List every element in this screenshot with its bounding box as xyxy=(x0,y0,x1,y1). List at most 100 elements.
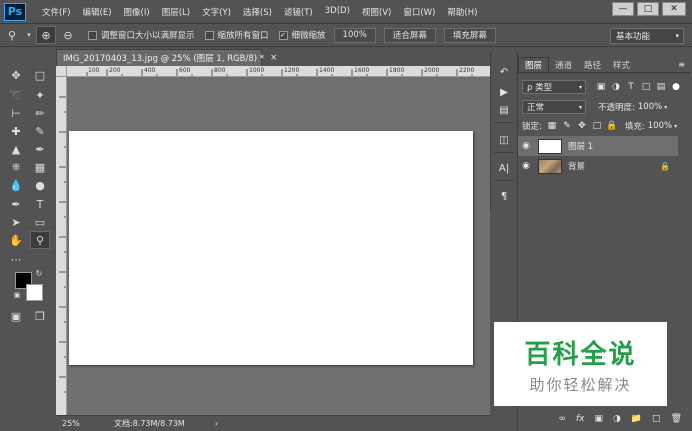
paragraph-panel-icon[interactable]: ¶ xyxy=(495,188,513,204)
crop-tool-icon[interactable]: ⊢ xyxy=(6,104,26,122)
panel-menu-icon[interactable]: ≡ xyxy=(678,60,685,69)
menu-view[interactable]: 视图(V) xyxy=(356,6,397,18)
menu-edit[interactable]: 编辑(E) xyxy=(77,6,118,18)
scrubby-zoom-option[interactable]: ✓ 细微缩放 xyxy=(278,29,326,41)
healing-brush-icon[interactable]: ✚ xyxy=(6,122,26,140)
menu-filter[interactable]: 滤镜(T) xyxy=(278,6,319,18)
clone-stamp-icon[interactable]: ▲ xyxy=(6,140,26,158)
vertical-ruler[interactable] xyxy=(56,77,67,415)
shape-tool-icon[interactable]: ▭ xyxy=(30,213,50,231)
zoom-out-icon[interactable]: ⊖ xyxy=(58,26,78,44)
link-layers-icon[interactable]: ∞ xyxy=(558,414,566,424)
brush-tool-icon[interactable]: ✎ xyxy=(30,122,50,140)
lock-transparent-icon[interactable]: ▦ xyxy=(545,120,559,132)
scrubby-zoom-checkbox[interactable]: ✓ xyxy=(278,30,288,40)
filter-type-icon[interactable]: T xyxy=(624,81,638,93)
properties-panel-icon[interactable]: ◫ xyxy=(495,132,513,148)
fill-screen-button[interactable]: 填充屏幕 xyxy=(443,27,496,43)
menu-image[interactable]: 图像(I) xyxy=(118,6,156,18)
resize-windows-option[interactable]: 调整窗口大小以满屏显示 xyxy=(88,29,195,41)
add-mask-icon[interactable]: ▣ xyxy=(594,414,603,424)
document-tab[interactable]: IMG_20170403_13.jpg @ 25% (图层 1, RGB/8) … xyxy=(56,49,277,66)
horizontal-ruler[interactable]: 100 200 400 600 800 1000 1200 1400 1600 … xyxy=(67,66,490,77)
hand-tool-icon[interactable]: ✋ xyxy=(6,231,26,249)
history-panel-icon[interactable]: ↶ xyxy=(495,64,513,80)
background-color-swatch[interactable] xyxy=(26,284,43,301)
menu-layer[interactable]: 图层(L) xyxy=(156,6,196,18)
delete-layer-icon[interactable]: 🗑 xyxy=(671,414,682,424)
workspace-select[interactable]: 基本功能 ▾ xyxy=(610,28,684,44)
character-panel-icon[interactable]: A| xyxy=(495,160,513,176)
zoom-all-option[interactable]: 缩放所有窗口 xyxy=(204,29,269,41)
quick-mask-icon[interactable]: ▣ xyxy=(6,307,26,325)
move-tool-icon[interactable]: ✥ xyxy=(6,66,26,84)
tab-paths[interactable]: 路径 xyxy=(578,57,607,72)
status-menu-arrow[interactable]: › xyxy=(215,419,218,428)
eye-icon[interactable]: ◉ xyxy=(518,141,534,151)
screen-mode-icon[interactable]: ❐ xyxy=(30,307,50,325)
chevron-down-icon[interactable]: ▾ xyxy=(664,104,667,111)
lasso-tool-icon[interactable]: ➰ xyxy=(6,86,26,104)
type-tool-icon[interactable]: T xyxy=(30,195,50,213)
menu-select[interactable]: 选择(S) xyxy=(237,6,278,18)
chevron-down-icon[interactable]: ▾ xyxy=(24,26,34,44)
actions-panel-icon[interactable]: ▶ xyxy=(495,84,513,100)
close-button[interactable]: ✕ xyxy=(662,2,686,16)
default-colors-icon[interactable]: ▣ xyxy=(11,290,23,300)
layer-name[interactable]: 图层 1 xyxy=(568,140,593,152)
info-panel-icon[interactable]: ▤ xyxy=(495,102,513,118)
layer-filter-select[interactable]: ρ 类型 ▾ xyxy=(522,80,586,94)
eye-icon[interactable]: ◉ xyxy=(518,161,534,171)
zoom-percent-field[interactable]: 100% xyxy=(333,27,376,43)
tab-channels[interactable]: 通道 xyxy=(549,57,578,72)
filter-toggle-icon[interactable]: ● xyxy=(669,81,683,93)
status-zoom-field[interactable]: 25% xyxy=(56,419,96,428)
gradient-icon[interactable]: ▦ xyxy=(30,158,50,176)
new-group-icon[interactable]: 📁 xyxy=(631,414,642,424)
resize-windows-checkbox[interactable] xyxy=(88,30,97,40)
close-document-icon[interactable]: × xyxy=(270,53,277,63)
ruler-origin[interactable] xyxy=(56,66,67,77)
filter-shape-icon[interactable]: □ xyxy=(639,81,653,93)
filter-pixel-icon[interactable]: ▣ xyxy=(594,81,608,93)
pen-tool-icon[interactable]: ✒ xyxy=(6,195,26,213)
blur-icon[interactable]: 💧 xyxy=(6,176,26,194)
menu-file[interactable]: 文件(F) xyxy=(36,6,77,18)
fill-value[interactable]: 100% xyxy=(648,121,672,131)
magic-wand-icon[interactable]: ✦ xyxy=(30,86,50,104)
eyedropper-icon[interactable]: ✏ xyxy=(30,104,50,122)
menu-help[interactable]: 帮助(H) xyxy=(441,6,483,18)
swap-colors-icon[interactable]: ↻ xyxy=(33,268,45,278)
document-canvas[interactable] xyxy=(69,131,473,365)
layer-row[interactable]: ◉ 图层 1 xyxy=(518,136,678,156)
menu-window[interactable]: 窗口(W) xyxy=(397,6,441,18)
filter-adjustment-icon[interactable]: ◑ xyxy=(609,81,623,93)
dodge-icon[interactable]: ● xyxy=(30,176,50,194)
lock-pixels-icon[interactable]: ✎ xyxy=(560,120,574,132)
zoom-in-icon[interactable]: ⊕ xyxy=(36,26,56,44)
tab-styles[interactable]: 样式 xyxy=(607,57,636,72)
blend-mode-select[interactable]: 正常 ▾ xyxy=(522,100,586,114)
lock-position-icon[interactable]: ✥ xyxy=(575,120,589,132)
menu-3d[interactable]: 3D(D) xyxy=(319,6,356,18)
lock-all-icon[interactable]: 🔒 xyxy=(605,120,619,132)
menu-type[interactable]: 文字(Y) xyxy=(196,6,237,18)
path-select-icon[interactable]: ➤ xyxy=(6,213,26,231)
opacity-value[interactable]: 100% xyxy=(638,102,662,112)
more-tools-icon[interactable]: ⋯ xyxy=(6,250,26,268)
history-brush-icon[interactable]: ✒ xyxy=(30,140,50,158)
zoom-tool-preset-icon[interactable]: ⚲ xyxy=(2,26,22,44)
restore-button[interactable]: □ xyxy=(637,2,659,16)
minimize-button[interactable]: — xyxy=(612,2,634,16)
layer-name[interactable]: 背景 xyxy=(568,160,585,172)
zoom-tool-icon[interactable]: ⚲ xyxy=(30,231,50,249)
layer-row[interactable]: ◉ 背景 🔒 xyxy=(518,156,678,176)
fit-screen-button[interactable]: 适合屏幕 xyxy=(383,27,436,43)
marquee-tool-icon[interactable]: □ xyxy=(30,66,50,84)
filter-smart-object-icon[interactable]: ▤ xyxy=(654,81,668,93)
chevron-down-icon[interactable]: ▾ xyxy=(674,123,677,130)
eraser-icon[interactable]: ⎈ xyxy=(6,158,26,176)
zoom-all-checkbox[interactable] xyxy=(204,30,214,40)
layer-style-icon[interactable]: fx xyxy=(576,414,585,424)
lock-artboard-icon[interactable]: □ xyxy=(590,120,604,132)
